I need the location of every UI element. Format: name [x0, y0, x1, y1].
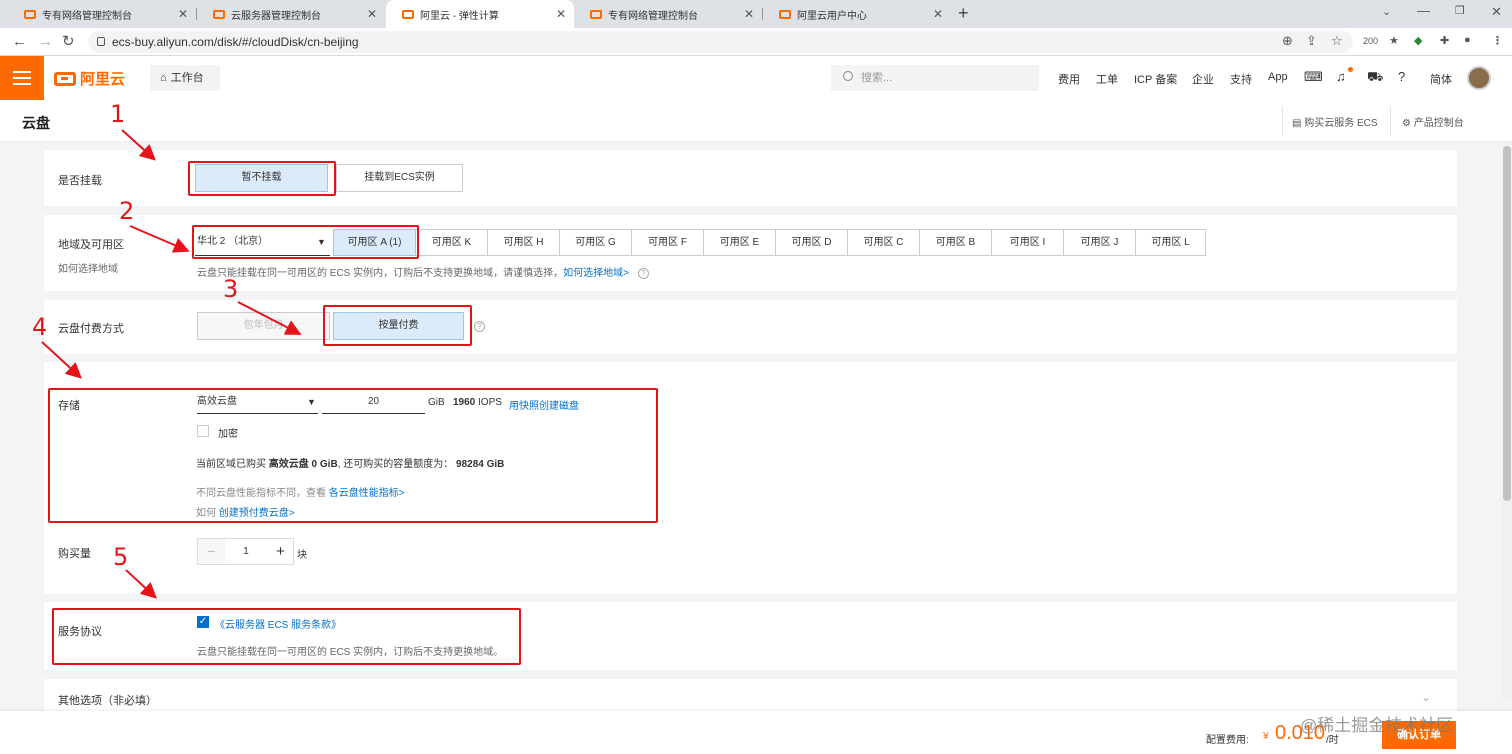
- annotation-arrows: [41, 129, 302, 599]
- annotation-arrow-4: [41, 341, 82, 379]
- annotation-arrow-5: [125, 569, 157, 599]
- annotation-arrow-1: [121, 129, 156, 161]
- annotation-arrow-3: [237, 301, 302, 335]
- annotation-arrow-2: [129, 225, 190, 253]
